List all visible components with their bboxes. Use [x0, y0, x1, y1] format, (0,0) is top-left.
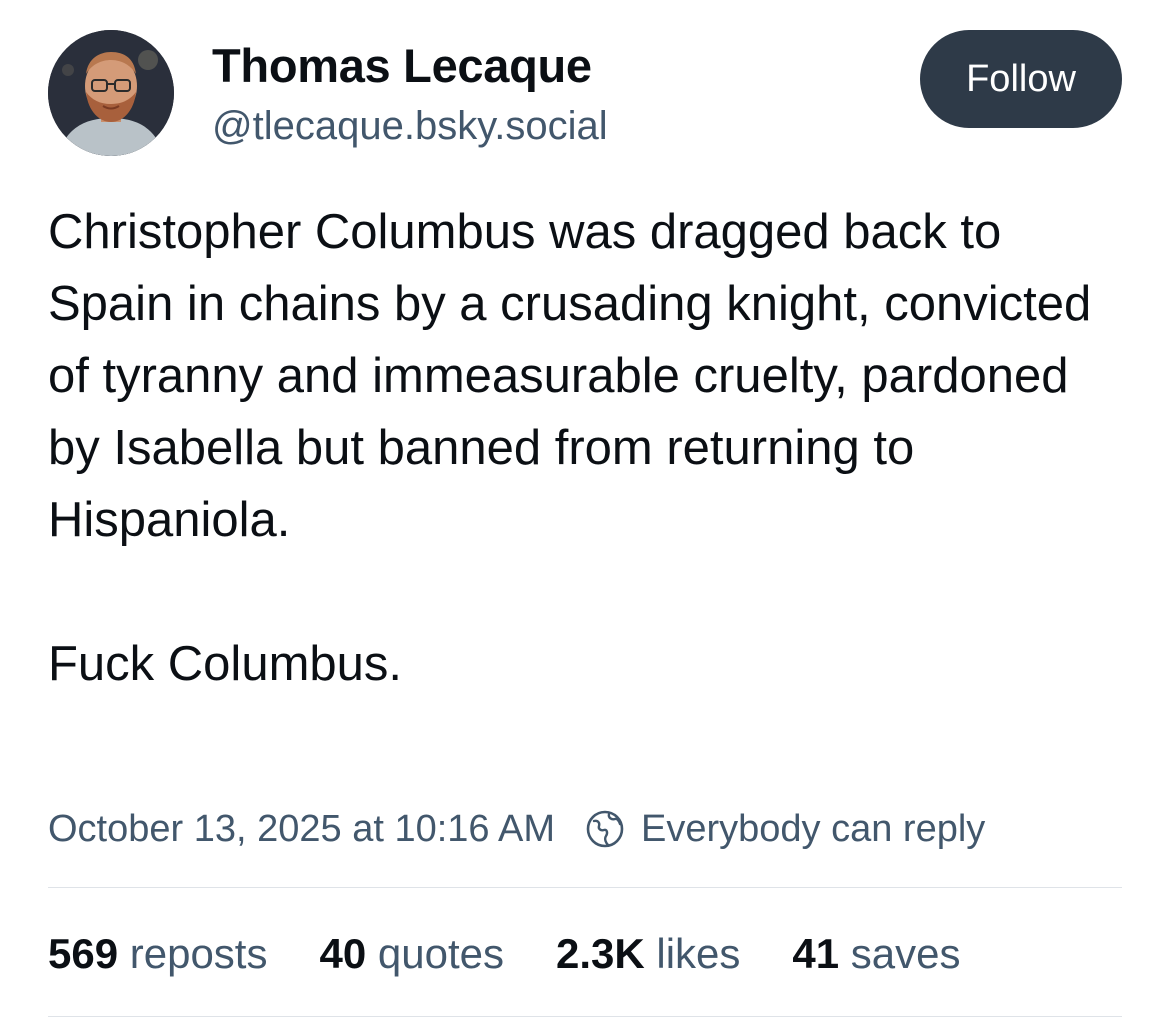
post-card: Thomas Lecaque @tlecaque.bsky.social Fol… — [0, 0, 1170, 1022]
reposts-stat[interactable]: 569 reposts — [48, 930, 267, 978]
quotes-label: quotes — [377, 930, 504, 977]
follow-button[interactable]: Follow — [920, 30, 1122, 128]
avatar-photo — [48, 30, 174, 156]
avatar[interactable] — [48, 30, 174, 156]
post-paragraph: Christopher Columbus was dragged back to… — [48, 205, 1092, 547]
post-paragraph: Fuck Columbus. — [48, 637, 403, 691]
saves-label: saves — [850, 930, 961, 977]
divider — [48, 887, 1122, 888]
post-text: Christopher Columbus was dragged back to… — [48, 196, 1128, 700]
engagement-stats: 569 reposts 40 quotes 2.3K likes 41 save… — [48, 926, 1013, 982]
reply-setting-label: Everybody can reply — [641, 807, 986, 850]
reply-setting[interactable]: Everybody can reply — [585, 808, 985, 851]
earth-icon — [586, 810, 624, 848]
author-name[interactable]: Thomas Lecaque — [212, 38, 592, 93]
quotes-count: 40 — [319, 930, 367, 977]
likes-count: 2.3K — [555, 930, 645, 977]
post-timestamp[interactable]: October 13, 2025 at 10:16 AM — [48, 808, 555, 851]
likes-stat[interactable]: 2.3K likes — [556, 930, 740, 978]
divider — [48, 1016, 1122, 1017]
saves-count: 41 — [792, 930, 840, 977]
reposts-label: reposts — [129, 930, 268, 977]
author-handle[interactable]: @tlecaque.bsky.social — [212, 104, 608, 149]
saves-stat[interactable]: 41 saves — [792, 930, 960, 978]
likes-label: likes — [656, 930, 741, 977]
reposts-count: 569 — [48, 930, 119, 977]
quotes-stat[interactable]: 40 quotes — [319, 930, 504, 978]
post-meta: October 13, 2025 at 10:16 AM Everybody c… — [48, 805, 985, 853]
